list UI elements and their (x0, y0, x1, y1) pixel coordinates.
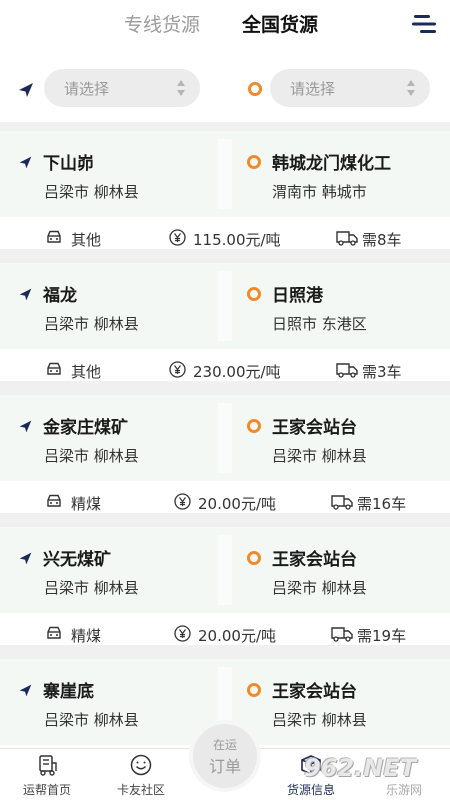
in-transit-label: 在运 (212, 738, 237, 752)
route-divider (218, 535, 232, 605)
price: 230.00元/吨 (193, 363, 281, 381)
yen-icon (174, 625, 191, 642)
cargo-card[interactable]: 福龙 吕梁市 柳林县 日照港 日照市 东港区 其他 230.00元/吨 需3车 (0, 263, 450, 381)
cargo-card[interactable]: 金家庄煤矿 吕梁市 柳林县 王家会站台 吕梁市 柳林县 精煤 20.00元/吨 … (0, 395, 450, 513)
site-watermark: 962.NET 乐游网 (298, 748, 450, 800)
car-icon (47, 494, 61, 507)
hamburger-menu-icon[interactable] (410, 12, 438, 36)
yen-icon (174, 493, 191, 510)
cargo-card[interactable]: 下山峁 吕梁市 柳林县 韩城龙门煤化工 渭南市 韩城市 其他 115.00元/吨… (0, 131, 450, 249)
top-header: 专线货源 全国货源 (0, 0, 450, 56)
sort-arrows-icon (407, 80, 415, 96)
destination-ring-icon (248, 82, 262, 96)
truck-icon (336, 231, 358, 246)
origin-plane-icon (19, 156, 32, 169)
destination-name: 韩城龙门煤化工 (272, 154, 391, 174)
origin-plane-icon (19, 684, 32, 697)
sort-arrows-icon (177, 80, 185, 96)
cargo-card[interactable]: 兴无煤矿 吕梁市 柳林县 王家会站台 吕梁市 柳林县 精煤 20.00元/吨 需… (0, 527, 450, 645)
destination-ring-icon (247, 287, 261, 301)
origin-name: 兴无煤矿 (43, 550, 111, 570)
car-icon (47, 626, 61, 639)
tab-dedicated-cargo[interactable]: 专线货源 (124, 10, 200, 37)
trucks-needed: 需19车 (357, 627, 407, 645)
destination-name: 王家会站台 (272, 682, 357, 702)
destination-location: 吕梁市 柳林县 (272, 711, 367, 729)
tab-national-cargo[interactable]: 全国货源 (242, 10, 318, 37)
cargo-type: 其他 (71, 231, 102, 249)
destination-ring-icon (247, 683, 261, 697)
origin-plane-icon (19, 83, 33, 97)
origin-location: 吕梁市 柳林县 (44, 183, 139, 201)
trucks-needed: 需8车 (362, 231, 402, 249)
cargo-type: 其他 (71, 363, 102, 381)
truck-order-icon (39, 755, 57, 776)
destination-location: 吕梁市 柳林县 (272, 447, 367, 465)
nav-item-home[interactable]: 运帮首页 (2, 749, 92, 800)
truck-icon (331, 495, 353, 510)
origin-location: 吕梁市 柳林县 (44, 579, 139, 597)
cargo-type: 精煤 (71, 495, 102, 513)
destination-select-placeholder: 请选择 (290, 80, 336, 98)
destination-location: 日照市 东港区 (272, 315, 367, 333)
destination-name: 日照港 (272, 286, 323, 306)
destination-select[interactable]: 请选择 (270, 69, 430, 107)
trucks-needed: 需3车 (362, 363, 402, 381)
price: 20.00元/吨 (198, 627, 276, 645)
yen-icon (169, 229, 186, 246)
origin-select-placeholder: 请选择 (64, 80, 110, 98)
nav-label-home: 运帮首页 (22, 783, 71, 797)
origin-plane-icon (19, 552, 32, 565)
origin-name: 福龙 (43, 286, 77, 306)
nav-item-community[interactable]: 卡友社区 (96, 749, 186, 800)
yen-icon (169, 361, 186, 378)
price: 20.00元/吨 (198, 495, 276, 513)
truck-icon (336, 363, 358, 378)
trucks-needed: 需16车 (357, 495, 407, 513)
truck-icon (331, 627, 353, 642)
origin-location: 吕梁市 柳林县 (44, 447, 139, 465)
filter-bar: 请选择 请选择 (0, 56, 450, 122)
origin-location: 吕梁市 柳林县 (44, 711, 139, 729)
watermark-logo: 962.NET (304, 754, 417, 782)
route-divider (218, 403, 232, 473)
origin-location: 吕梁市 柳林县 (44, 315, 139, 333)
orders-label: 订单 (208, 757, 241, 776)
route-divider (218, 271, 232, 341)
origin-name: 金家庄煤矿 (43, 418, 128, 438)
price: 115.00元/吨 (193, 231, 281, 249)
car-icon (47, 362, 61, 375)
cargo-type: 精煤 (71, 627, 102, 645)
origin-plane-icon (19, 288, 32, 301)
route-divider (218, 139, 232, 209)
origin-plane-icon (19, 420, 32, 433)
destination-location: 渭南市 韩城市 (272, 183, 367, 201)
destination-name: 王家会站台 (272, 418, 357, 438)
destination-ring-icon (247, 551, 261, 565)
smiley-icon (130, 754, 152, 776)
nav-label-community: 卡友社区 (116, 783, 165, 797)
in-transit-orders-button[interactable]: 在运 订单 (193, 724, 257, 788)
destination-ring-icon (247, 155, 261, 169)
destination-name: 王家会站台 (272, 550, 357, 570)
watermark-sub: 乐游网 (386, 783, 423, 797)
origin-name: 寨崖底 (43, 682, 94, 702)
origin-select[interactable]: 请选择 (44, 69, 200, 107)
origin-name: 下山峁 (43, 154, 94, 174)
destination-ring-icon (247, 419, 261, 433)
destination-location: 吕梁市 柳林县 (272, 579, 367, 597)
car-icon (47, 230, 61, 243)
